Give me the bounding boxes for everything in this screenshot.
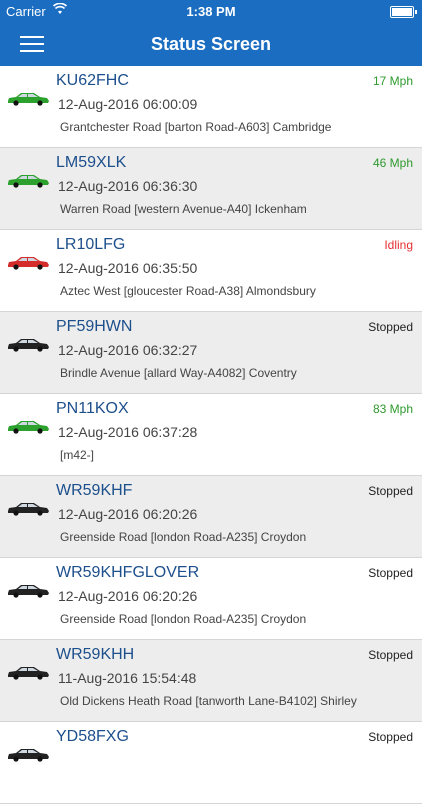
vehicle-status: Stopped xyxy=(368,566,413,580)
nav-bar: Status Screen xyxy=(0,22,422,66)
vehicle-row[interactable]: WR59KHFGLOVER 12-Aug-2016 06:20:26 Greensi… xyxy=(0,558,422,640)
battery-icon xyxy=(390,6,417,18)
vehicle-address: Brindle Avenue [allard Way-A4082] Covent… xyxy=(60,366,297,380)
vehicle-status: Stopped xyxy=(368,648,413,662)
vehicle-list: KU62FHC 12-Aug-2016 06:00:09 Grantchester … xyxy=(0,66,422,804)
vehicle-datetime: 12-Aug-2016 06:00:09 xyxy=(58,96,198,112)
vehicle-address: Warren Road [western Avenue-A40] Ickenha… xyxy=(60,202,307,216)
vehicle-status: Idling xyxy=(384,238,413,252)
vehicle-address: Grantchester Road [barton Road-A603] Cam… xyxy=(60,120,332,134)
vehicle-row[interactable]: PN11KOX 12-Aug-2016 06:37:28 [m42-] 83 Mph xyxy=(0,394,422,476)
vehicle-plate: PN11KOX xyxy=(56,400,129,417)
vehicle-status: 83 Mph xyxy=(372,402,413,416)
car-icon xyxy=(6,336,50,352)
vehicle-plate: WR59KHF xyxy=(56,482,133,499)
vehicle-address: Old Dickens Heath Road [tanworth Lane-B4… xyxy=(60,694,357,708)
vehicle-plate: LR10LFG xyxy=(56,236,126,253)
vehicle-status: Stopped xyxy=(368,730,413,744)
vehicle-row[interactable]: KU62FHC 12-Aug-2016 06:00:09 Grantchester … xyxy=(0,66,422,148)
vehicle-plate: LM59XLK xyxy=(56,154,127,171)
page-title: Status Screen xyxy=(150,34,272,54)
vehicle-row[interactable]: WR59KHH 11-Aug-2016 15:54:48 Old Dickens H… xyxy=(0,640,422,722)
car-icon xyxy=(6,172,50,188)
vehicle-row[interactable]: LR10LFG 12-Aug-2016 06:35:50 Aztec West [g… xyxy=(0,230,422,312)
car-icon xyxy=(6,418,50,434)
car-icon xyxy=(6,500,50,516)
status-bar: Carrier 1:38 PM xyxy=(0,0,422,22)
vehicle-address: Greenside Road [london Road-A235] Croydo… xyxy=(60,530,307,544)
vehicle-datetime: 12-Aug-2016 06:37:28 xyxy=(58,424,198,440)
vehicle-status: Stopped xyxy=(368,484,413,498)
vehicle-address: [m42-] xyxy=(60,448,95,462)
vehicle-datetime: 12-Aug-2016 06:35:50 xyxy=(58,260,198,276)
vehicle-plate: WR59KHFGLOVER xyxy=(56,564,200,581)
vehicle-row[interactable]: PF59HWN 12-Aug-2016 06:32:27 Brindle Avenu… xyxy=(0,312,422,394)
vehicle-status: 17 Mph xyxy=(372,74,413,88)
vehicle-datetime: 12-Aug-2016 06:32:27 xyxy=(58,342,198,358)
vehicle-datetime: 12-Aug-2016 06:20:26 xyxy=(58,506,198,522)
vehicle-status: Stopped xyxy=(368,320,413,334)
car-icon xyxy=(6,746,50,762)
car-icon xyxy=(6,90,50,106)
vehicle-plate: PF59HWN xyxy=(56,318,133,335)
vehicle-row[interactable]: WR59KHF 12-Aug-2016 06:20:26 Greenside Roa… xyxy=(0,476,422,558)
vehicle-datetime: 12-Aug-2016 06:20:26 xyxy=(58,588,198,604)
vehicle-plate: YD58FXG xyxy=(56,728,129,745)
vehicle-status: 46 Mph xyxy=(372,156,413,170)
vehicle-datetime: 12-Aug-2016 06:36:30 xyxy=(58,178,198,194)
vehicle-plate: KU62FHC xyxy=(56,72,129,89)
vehicle-address: Greenside Road [london Road-A235] Croydo… xyxy=(60,612,307,626)
vehicle-address: Aztec West [gloucester Road-A38] Almonds… xyxy=(60,284,316,298)
vehicle-row[interactable]: LM59XLK 12-Aug-2016 06:36:30 Warren Road [… xyxy=(0,148,422,230)
clock: 1:38 PM xyxy=(186,4,236,19)
car-icon xyxy=(6,582,50,598)
vehicle-datetime: 11-Aug-2016 15:54:48 xyxy=(58,670,197,686)
vehicle-plate: WR59KHH xyxy=(56,646,135,663)
vehicle-row[interactable]: YD58FXG Stopped xyxy=(0,722,422,804)
car-icon xyxy=(6,664,50,680)
car-icon xyxy=(6,254,50,270)
